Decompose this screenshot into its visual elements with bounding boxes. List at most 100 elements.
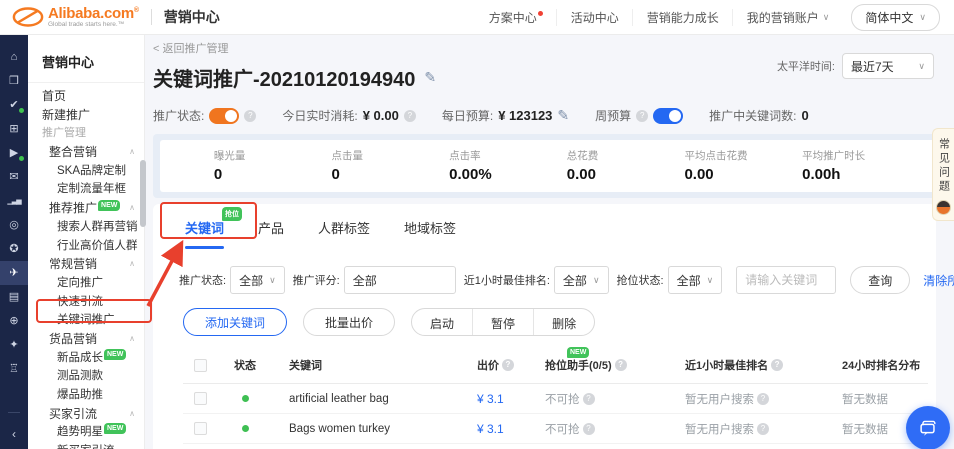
stat-value: 0 [331,166,401,183]
alibaba-logo[interactable]: Alibaba.com® Global trade starts here.™ [12,6,139,29]
apps-grid-icon[interactable]: ⊞ [0,117,28,141]
stat-平均点击花费: 平均点击花费0.00 [684,148,754,183]
query-button[interactable]: 查询 [850,266,910,294]
table-body: artificial leather bag¥ 3.1不可抢?暂无用户搜索?暂无… [183,384,928,449]
sidebar-item-new-product-growth[interactable]: 新品成长NEW [28,349,144,368]
row-checkbox[interactable] [194,422,207,435]
select-all-checkbox[interactable] [194,359,207,372]
filter-promo-status[interactable]: 全部∨ [230,266,285,294]
sidebar-item-product-marketing[interactable]: 货品营销∧ [28,330,144,349]
home-icon[interactable]: ⌂ [0,45,28,69]
sidebar-item-keyword-promotion[interactable]: 关键词推广 [28,311,144,330]
tab-products[interactable]: 产品 [256,218,286,249]
info-icon[interactable]: ? [404,110,416,122]
keyword-search-input[interactable] [736,266,836,294]
video-icon[interactable]: ▶ [0,141,28,165]
today-spend-label: 今日实时消耗: [282,107,357,124]
sidebar-item-regular-marketing[interactable]: 常规营销∧ [28,255,144,274]
contacts-icon[interactable]: ✪ [0,237,28,261]
sidebar-item-trend-star[interactable]: 趋势明星NEW [28,423,144,442]
promo-status-toggle[interactable] [209,108,239,124]
stats-card: 曝光量0点击量0点击率0.00%总花费0.00平均点击花费0.00平均推广时长0… [160,140,936,192]
edit-budget-icon[interactable]: ✎ [557,107,569,124]
sidebar-item-label: 定向推广 [57,277,103,289]
marketing-icon[interactable]: ✈ [0,261,28,285]
column-label: 出价 [477,357,499,373]
status-dot [19,108,24,113]
filter-best-rank-1h[interactable]: 全部∨ [554,266,609,294]
sidebar-item-product-testing[interactable]: 测品测款 [28,367,144,386]
edit-title-icon[interactable]: ✎ [424,69,436,86]
message-icon[interactable]: ✉ [0,165,28,189]
faq-side-tab[interactable]: 常见问题 [932,128,954,221]
sidebar-item-hot-product-boost[interactable]: 爆品助推 [28,386,144,405]
bank-icon[interactable]: ♖ [0,357,28,381]
info-icon[interactable]: ? [502,359,514,371]
bulk-action-group: 启动 暂停 删除 [411,308,595,336]
globe-icon[interactable]: ⊕ [0,309,28,333]
stat-value: 0.00 [567,166,637,183]
collapse-sidebar-icon[interactable]: ‹ [12,427,16,441]
filter-grab-status[interactable]: 全部∨ [668,266,723,294]
clear-filters-link[interactable]: 清除所有筛选 [923,272,954,289]
sidebar-item-search-audience-retargeting[interactable]: 搜索人群再营销 [28,218,144,237]
new-badge: NEW [567,347,589,358]
info-icon[interactable]: ? [244,110,256,122]
sidebar-item-targeted-promotion[interactable]: 定向推广 [28,274,144,293]
sidebar-item-custom-traffic-frame[interactable]: 定制流量年框 [28,180,144,199]
info-icon[interactable]: ? [757,423,769,435]
rail-divider [8,412,20,413]
sidebar-item-ska-brand-custom[interactable]: SKA品牌定制 [28,162,144,181]
brand-name: Alibaba.com® [48,6,139,21]
filter-promo-score-label: 推广评分: [293,272,340,288]
column-header: 状态 [217,357,273,373]
sidebar-item-home[interactable]: 首页 [28,87,144,106]
location-icon[interactable]: ◎ [0,213,28,237]
row-checkbox[interactable] [194,392,207,405]
info-icon[interactable]: ? [615,359,627,371]
sidebar-item-new-buyer-traffic[interactable]: 新买家引流 [28,442,144,449]
sidebar-scrollbar[interactable] [140,160,146,227]
orders-icon[interactable]: ❒ [0,69,28,93]
education-icon[interactable]: ✦ [0,333,28,357]
sidebar-item-recommend-promotion[interactable]: 推荐推广NEW∧ [28,199,144,218]
bulk-bid-button[interactable]: 批量出价 [303,308,395,336]
start-button[interactable]: 启动 [412,309,472,335]
shield-check-icon[interactable]: ✔ [0,93,28,117]
nav-marketing-growth[interactable]: 营销能力成长 [632,9,719,26]
alibaba-logo-icon [12,6,44,28]
sidebar-item-label: 新品成长 [57,352,103,364]
info-icon[interactable]: ? [583,393,595,405]
language-selector[interactable]: 简体中文 ∨ [851,4,940,31]
bid-cell[interactable]: ¥ 3.1 [453,392,533,406]
live-chat-button[interactable] [906,406,950,449]
add-keyword-button[interactable]: 添加关键词 [183,308,287,336]
sidebar-item-industry-high-value-audience[interactable]: 行业高价值人群 [28,237,144,256]
analytics-icon[interactable]: ▁▃▅ [0,189,28,213]
week-budget-toggle[interactable] [653,108,683,124]
info-icon[interactable]: ? [583,423,595,435]
tasks-icon[interactable]: ▤ [0,285,28,309]
grab-status-cell: 不可抢? [533,391,673,407]
delete-button[interactable]: 删除 [533,309,594,335]
bid-cell[interactable]: ¥ 3.1 [453,422,533,436]
sidebar-item-buyer-traffic[interactable]: 买家引流∧ [28,405,144,424]
info-icon[interactable]: ? [757,393,769,405]
tab-audience-tags[interactable]: 人群标签 [316,218,372,249]
stat-label: 平均点击花费 [684,148,754,163]
sidebar-item-quick-traffic[interactable]: 快速引流 [28,293,144,312]
nav-activity-center[interactable]: 活动中心 [556,9,619,26]
filter-promo-score[interactable] [344,266,456,294]
tab-keywords[interactable]: 关键词抢位 [183,218,226,249]
info-icon[interactable]: ? [771,359,783,371]
info-icon[interactable]: ? [636,110,648,122]
filter-bar: 推广状态:全部∨推广评分:近1小时最佳排名:全部∨抢位状态:全部∨ 查询 清除所… [175,266,928,294]
time-range-select[interactable]: 最近7天 ∨ [842,53,934,79]
sidebar-item-new-campaign[interactable]: 新建推广 [28,106,144,125]
stat-点击率: 点击率0.00% [449,148,519,183]
pause-button[interactable]: 暂停 [472,309,533,335]
tab-region-tags[interactable]: 地域标签 [402,218,458,249]
nav-my-account[interactable]: 我的营销账户∨ [732,9,830,26]
sidebar-item-integrated-marketing[interactable]: 整合营销∧ [28,143,144,162]
nav-solution-center[interactable]: 方案中心 [489,9,543,26]
